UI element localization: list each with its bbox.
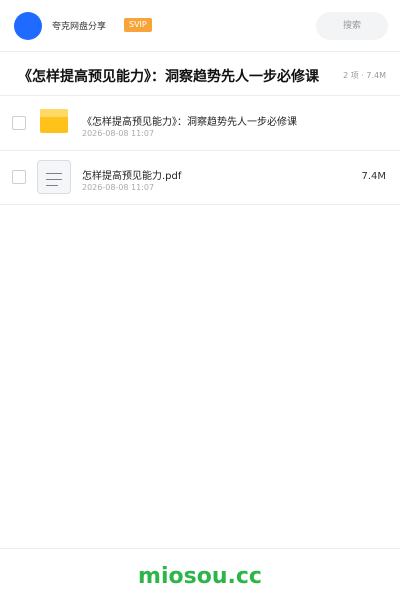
file-name[interactable]: 《怎样提高预见能力》：洞察趋势先人一步必修课 bbox=[82, 113, 297, 128]
select-checkbox[interactable] bbox=[12, 116, 26, 130]
file-name[interactable]: 怎样提高预见能力.pdf bbox=[82, 167, 181, 182]
footer-brand: miosou.cc bbox=[138, 564, 262, 589]
folder-icon bbox=[40, 109, 68, 133]
svip-badge: SVIP bbox=[124, 18, 152, 32]
page-title: 《怎样提高预见能力》：洞察趋势先人一步必修课 bbox=[18, 69, 319, 85]
file-date: 2026-08-08 11:07 bbox=[82, 129, 155, 138]
avatar[interactable] bbox=[14, 12, 42, 40]
search-input[interactable]: 搜索 bbox=[316, 12, 388, 40]
footer-bar: miosou.cc bbox=[0, 548, 400, 600]
file-size: 7.4M bbox=[361, 171, 386, 182]
share-title-bar: 《怎样提高预见能力》：洞察趋势先人一步必修课 2 项 · 7.4M bbox=[0, 53, 400, 96]
document-icon bbox=[37, 160, 71, 194]
brand-name: 夸克网盘分享 bbox=[52, 22, 107, 32]
list-item[interactable]: 《怎样提高预见能力》：洞察趋势先人一步必修课 2026-08-08 11:07 bbox=[0, 97, 400, 151]
list-item[interactable]: 怎样提高预见能力.pdf 2026-08-08 11:07 7.4M bbox=[0, 151, 400, 205]
select-checkbox[interactable] bbox=[12, 170, 26, 184]
header-bar: 夸克网盘分享 SVIP 搜索 bbox=[0, 0, 400, 52]
share-meta: 2 项 · 7.4M bbox=[339, 70, 386, 81]
file-date: 2026-08-08 11:07 bbox=[82, 183, 155, 192]
